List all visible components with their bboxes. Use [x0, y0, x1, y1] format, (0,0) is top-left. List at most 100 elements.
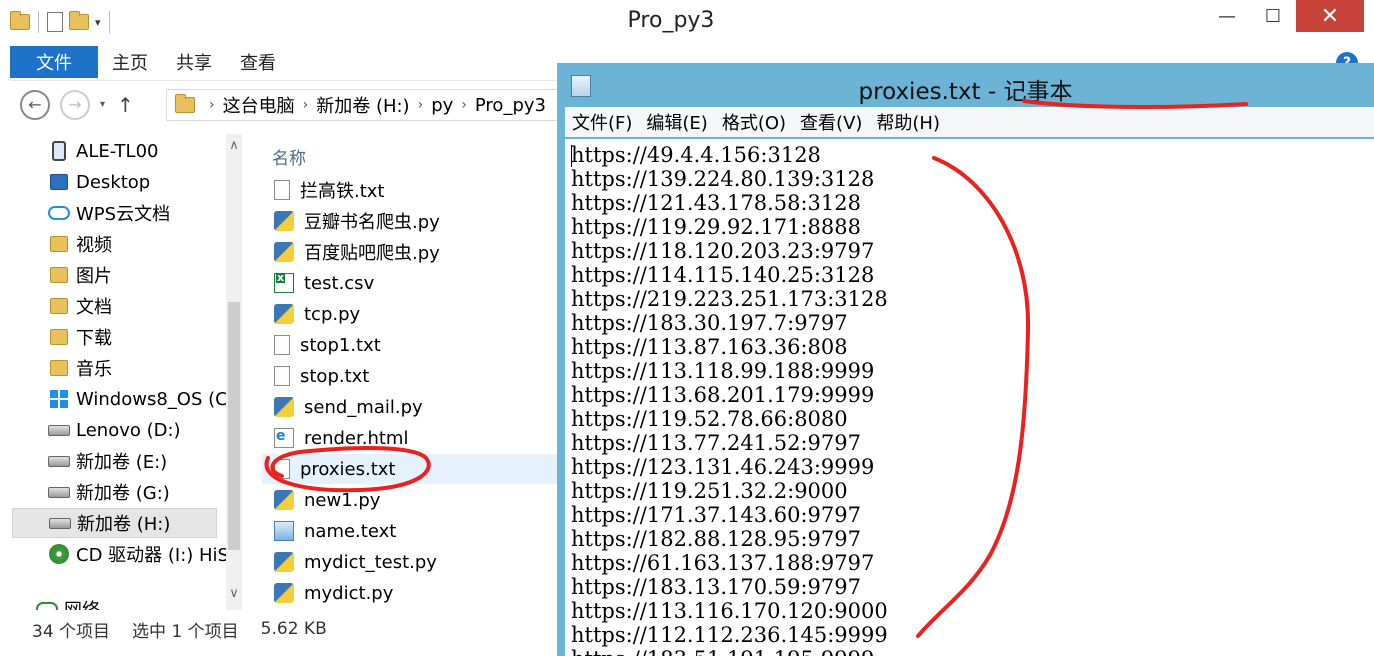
column-header-name[interactable]: 名称	[272, 144, 306, 169]
folder-icon	[175, 94, 195, 113]
tab-view[interactable]: 查看	[226, 46, 290, 78]
file-name: tcp.py	[304, 303, 361, 325]
breadcrumb-separator[interactable]: ›	[209, 97, 215, 113]
menu-help[interactable]: 帮助(H)	[869, 109, 947, 135]
list-item[interactable]: proxies.txt	[262, 454, 560, 484]
menu-format[interactable]: 格式(O)	[715, 109, 793, 135]
breadcrumb-separator[interactable]: ›	[303, 97, 309, 113]
forward-button[interactable]: →	[60, 89, 90, 120]
nav-pane-scrollbar[interactable]: ∧ ∨	[226, 134, 242, 610]
nav-item-desktop[interactable]: Desktop	[48, 167, 242, 197]
nav-item-downloads[interactable]: 下载	[48, 322, 242, 352]
close-button[interactable]: ✕	[1296, 0, 1364, 32]
text-file-icon	[274, 366, 290, 386]
python-file-icon	[274, 397, 294, 417]
folder-icon	[48, 296, 70, 316]
nav-item-drive-g[interactable]: 新加卷 (G:)	[48, 477, 242, 507]
list-item[interactable]: stop1.txt	[262, 330, 560, 360]
list-item[interactable]: stop.txt	[262, 361, 560, 391]
nav-item-pictures[interactable]: 图片	[48, 260, 242, 290]
list-item[interactable]: 豆瓣书名爬虫.py	[262, 206, 560, 236]
notepad-window-title: proxies.txt - 记事本	[858, 79, 1073, 105]
nav-item-label: 下载	[76, 328, 112, 349]
maximize-button[interactable]: ☐	[1250, 0, 1296, 32]
text-line: https://139.224.80.139:3128	[571, 167, 875, 191]
tab-share[interactable]: 共享	[162, 46, 226, 78]
file-name: 豆瓣书名爬虫.py	[304, 212, 440, 233]
file-name: test.csv	[304, 272, 375, 294]
breadcrumb-pro-py3[interactable]: Pro_py3	[475, 95, 546, 116]
status-item-count: 34 个项目	[32, 621, 111, 642]
file-name: name.text	[304, 520, 397, 542]
nav-item-drive-d[interactable]: Lenovo (D:)	[48, 415, 242, 445]
tab-home[interactable]: 主页	[98, 46, 162, 78]
nav-item-drive-c[interactable]: Windows8_OS (C:)	[48, 384, 226, 414]
drive-icon	[48, 451, 70, 471]
breadcrumb-py[interactable]: py	[431, 95, 453, 116]
text-line: https://114.115.140.25:3128	[571, 263, 875, 287]
text-line: https://49.4.4.156:3128	[571, 143, 821, 167]
list-item[interactable]: name.text	[262, 516, 560, 546]
python-file-icon	[274, 242, 294, 262]
recent-locations-dropdown[interactable]: ▾	[100, 99, 105, 110]
drive-icon	[49, 513, 71, 533]
list-item[interactable]: mydict.py	[262, 578, 560, 608]
list-item[interactable]: new1.py	[262, 485, 560, 515]
breadcrumb-separator[interactable]: ›	[418, 97, 424, 113]
minimize-button[interactable]: —	[1204, 0, 1250, 32]
scroll-down-icon[interactable]: ∨	[226, 586, 242, 601]
explorer-window-title: Pro_py3	[627, 8, 715, 33]
nav-item-videos[interactable]: 视频	[48, 229, 242, 259]
text-line: https://113.68.201.179:9999	[571, 383, 875, 407]
scroll-up-icon[interactable]: ∧	[226, 138, 242, 153]
nav-item-ale-tl00[interactable]: ALE-TL00	[48, 136, 242, 166]
nav-item-network[interactable]: 网络	[36, 594, 241, 610]
text-line: https://119.251.32.2:9000	[571, 479, 848, 503]
nav-item-documents[interactable]: 文档	[48, 291, 242, 321]
text-file-icon	[274, 180, 290, 200]
breadcrumb-drive-h[interactable]: 新加卷 (H:)	[316, 92, 409, 118]
up-button[interactable]: ↑	[117, 93, 134, 117]
nav-item-label: Desktop	[76, 171, 151, 193]
list-item[interactable]: send_mail.py	[262, 392, 560, 422]
text-line: https://113.116.170.120:9000	[571, 599, 888, 623]
text-line: https://183.51.191.195:9999	[571, 647, 888, 656]
breadcrumb-this-pc[interactable]: 这台电脑	[223, 92, 295, 118]
text-line: https://171.37.143.60:9797	[571, 503, 862, 527]
nav-item-drive-e[interactable]: 新加卷 (E:)	[48, 446, 242, 476]
desktop: ▾ Pro_py3 — ☐ ✕ 文件 主页 共享 查看 ? ← → ▾ ↑ › …	[0, 0, 1374, 656]
back-button[interactable]: ←	[20, 89, 50, 120]
nav-item-drive-h[interactable]: 新加卷 (H:)	[12, 508, 217, 538]
file-name: stop.txt	[300, 365, 370, 387]
list-item[interactable]: tcp.py	[262, 299, 560, 329]
list-item[interactable]: test.csv	[262, 268, 560, 298]
text-line: https://118.120.203.23:9797	[571, 239, 875, 263]
list-item[interactable]: render.html	[262, 423, 560, 453]
file-name: 拦高铁.txt	[300, 181, 385, 202]
file-name: stop1.txt	[300, 334, 381, 356]
menu-view[interactable]: 查看(V)	[793, 109, 869, 135]
file-name: mydict_test.py	[304, 551, 437, 573]
list-item[interactable]: 拦高铁.txt	[262, 175, 560, 205]
list-item[interactable]: 百度贴吧爬虫.py	[262, 237, 560, 267]
address-bar-row: ← → ▾ ↑ › 这台电脑 › 新加卷 (H:) › py › Pro_py3	[10, 80, 586, 128]
nav-item-wps-cloud[interactable]: WPS云文档	[48, 198, 242, 228]
python-file-icon	[274, 304, 294, 324]
phone-icon	[48, 141, 70, 161]
menu-file[interactable]: 文件(F)	[565, 109, 639, 135]
notepad-text-area[interactable]: https://49.4.4.156:3128 https://139.224.8…	[565, 139, 1374, 656]
breadcrumb[interactable]: › 这台电脑 › 新加卷 (H:) › py › Pro_py3	[166, 89, 586, 121]
scrollbar-thumb[interactable]	[228, 302, 240, 550]
cloud-icon	[48, 203, 70, 223]
file-name: send_mail.py	[304, 396, 423, 418]
nav-item-music[interactable]: 音乐	[48, 353, 242, 383]
html-file-icon	[274, 428, 294, 448]
explorer-titlebar: ▾ Pro_py3 — ☐ ✕	[0, 0, 1374, 44]
windows-drive-icon	[48, 389, 70, 409]
list-item[interactable]: mydict_test.py	[262, 547, 560, 577]
nav-item-label: 图片	[76, 266, 112, 287]
nav-item-cd-drive[interactable]: CD 驱动器 (I:) HiSuite	[48, 539, 226, 569]
menu-edit[interactable]: 编辑(E)	[639, 109, 714, 135]
breadcrumb-separator[interactable]: ›	[461, 97, 467, 113]
tab-file[interactable]: 文件	[10, 46, 98, 78]
